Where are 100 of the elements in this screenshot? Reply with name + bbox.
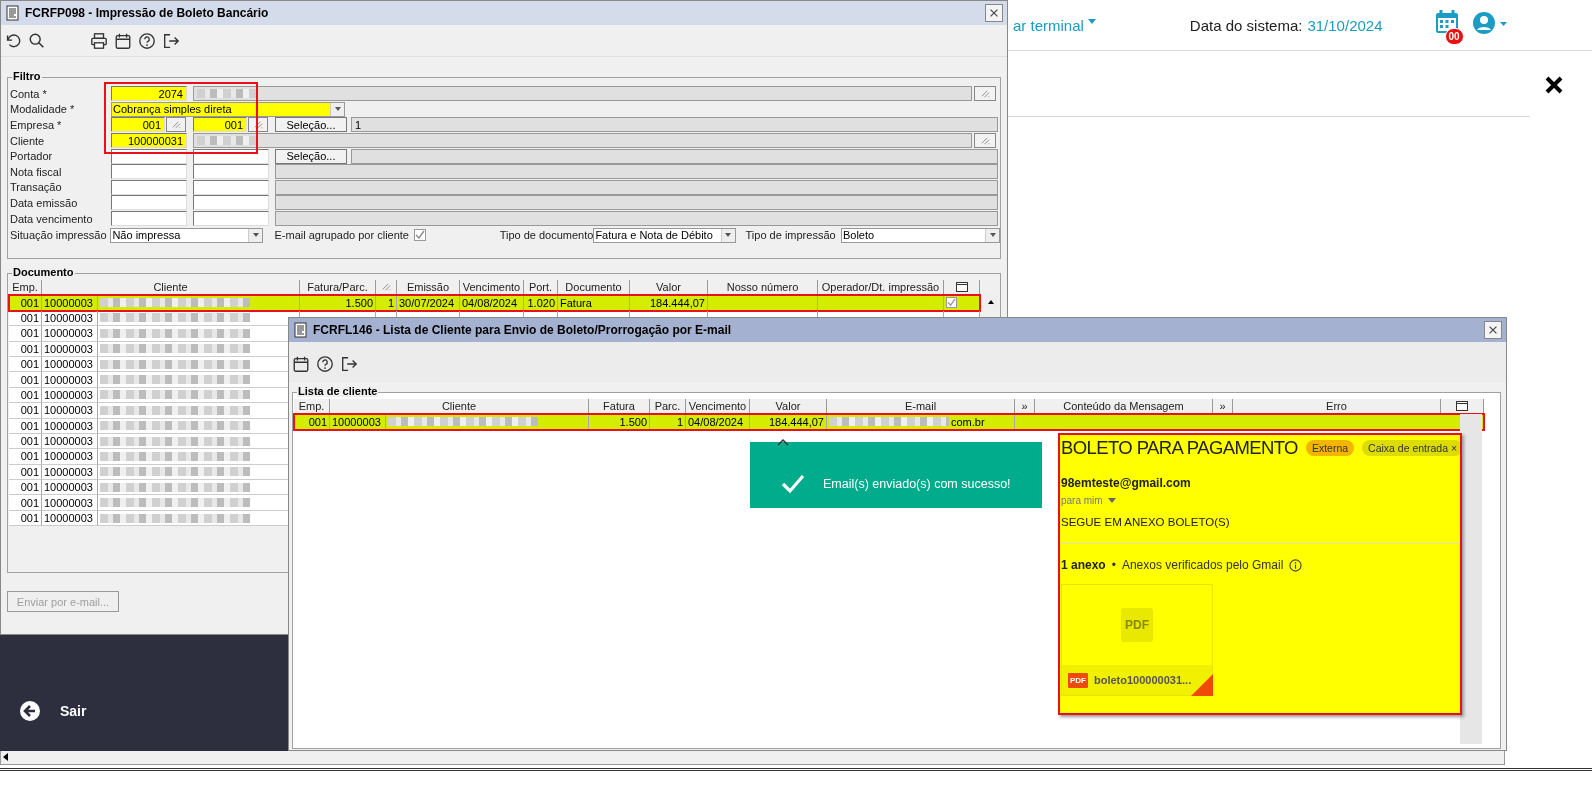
group-title: Lista de cliente <box>297 385 379 397</box>
help-icon <box>138 31 156 50</box>
table-cell: 001 <box>9 495 42 511</box>
table-cell: 001 <box>9 310 42 327</box>
input-field[interactable] <box>275 164 998 180</box>
pdf-icon: PDF <box>1068 672 1088 688</box>
print-button[interactable] <box>89 31 109 50</box>
exit-icon <box>162 31 180 50</box>
input-field[interactable]: 2074 <box>111 86 187 102</box>
input-field[interactable]: 001 <box>193 117 247 133</box>
input-field[interactable] <box>193 211 269 227</box>
checkbox[interactable] <box>413 229 426 242</box>
input-field[interactable]: 001 <box>111 117 165 133</box>
close-button[interactable] <box>985 4 1003 22</box>
dropdown[interactable]: Fatura e Nota de Débito <box>593 227 736 243</box>
lookup-button[interactable] <box>974 86 996 102</box>
calendar-icon <box>114 31 132 50</box>
input-field[interactable] <box>193 86 972 102</box>
attachment-note: Anexos verificados pelo Gmail <box>1121 558 1284 572</box>
field-label: Tipo de impressão <box>745 229 837 242</box>
table-cell: 1.500 <box>589 414 650 430</box>
user-avatar-icon[interactable] <box>1471 11 1508 35</box>
label-chip[interactable]: Externa <box>1305 440 1355 456</box>
close-button[interactable] <box>1484 321 1502 339</box>
field-label: Transação <box>9 181 63 194</box>
redacted-text <box>197 89 257 99</box>
table-cell: 001 <box>9 326 42 342</box>
dropdown[interactable]: Boleto <box>840 227 1000 243</box>
table-cell: 184.444,07 <box>750 414 827 430</box>
close-icon[interactable] <box>1544 75 1564 95</box>
help-button[interactable] <box>315 355 335 373</box>
input-field[interactable] <box>351 148 998 164</box>
caret-icon[interactable] <box>1107 498 1116 503</box>
input-field[interactable] <box>193 195 269 211</box>
search-button[interactable] <box>27 31 47 50</box>
input-field[interactable] <box>275 179 998 195</box>
attachment-card[interactable]: PDF PDF boleto100000031... <box>1061 584 1213 696</box>
table-cell: 001 <box>9 356 42 373</box>
input-field[interactable]: 100000031 <box>111 133 187 149</box>
input-field[interactable] <box>111 179 187 195</box>
calendar-icon <box>292 355 310 373</box>
recipient-dropdown[interactable]: para mim <box>1061 495 1103 506</box>
table-cell: 10000003 <box>42 326 98 342</box>
dropdown[interactable]: Cobrança simples direta <box>111 101 345 117</box>
checkbox-icon <box>955 282 968 292</box>
scrollbar[interactable] <box>1460 414 1482 744</box>
selection-button[interactable]: Seleção... <box>275 148 347 164</box>
table-cell: 10000003 <box>42 372 98 388</box>
lookup-button[interactable] <box>166 117 186 133</box>
input-field[interactable]: 1 <box>351 117 998 133</box>
redacted-text <box>197 136 257 146</box>
input-field[interactable] <box>111 164 187 180</box>
input-field[interactable] <box>193 133 972 149</box>
input-field[interactable] <box>111 195 187 211</box>
email-body: SEGUE EM ANEXO BOLETO(S) <box>1061 516 1231 528</box>
exit-icon <box>340 355 358 373</box>
lookup-button[interactable] <box>974 133 996 149</box>
input-field[interactable] <box>275 195 998 211</box>
table-cell: 10000003 <box>42 510 98 527</box>
document-icon <box>5 5 20 21</box>
field-label: Modalidade * <box>9 103 76 116</box>
label-chip[interactable]: Caixa de entrada × <box>1362 440 1460 456</box>
table-cell: 1.500 <box>300 295 376 311</box>
field-label: Data vencimento <box>9 212 94 225</box>
refresh-icon <box>4 31 22 50</box>
field-label: E-mail agrupado por cliente <box>274 229 410 242</box>
chevron-up-icon[interactable] <box>777 438 789 446</box>
field-label: Data emissão <box>9 196 79 209</box>
exit-button[interactable]: Sair <box>20 701 87 721</box>
document-icon <box>293 322 308 338</box>
email-subject: BOLETO PARA PAGAMENTO <box>1061 437 1298 459</box>
table-cell: 001 <box>9 418 42 434</box>
table-cell: com.br <box>951 415 985 428</box>
selection-button[interactable]: Seleção... <box>275 117 347 133</box>
input-field[interactable] <box>193 164 269 180</box>
group-title: Filtro <box>12 70 42 82</box>
input-field[interactable] <box>111 211 187 227</box>
table-cell: 1.020 <box>524 295 558 311</box>
checkbox[interactable] <box>946 297 957 309</box>
info-icon[interactable] <box>1289 558 1303 572</box>
exit-button[interactable] <box>161 31 181 50</box>
calendar-button[interactable] <box>291 355 311 373</box>
table-cell: 10000003 <box>42 418 98 434</box>
field-label: Tipo de documento <box>499 229 594 242</box>
dropdown[interactable]: Não impressa <box>110 227 264 243</box>
help-button[interactable] <box>137 31 157 50</box>
table-row[interactable]: 001 10000003 1.500 1 04/08/2024 184.444,07 com.br <box>294 414 1484 430</box>
calendar-icon[interactable] <box>1434 10 1459 34</box>
table-cell: 001 <box>9 295 42 311</box>
exit-button[interactable] <box>339 355 359 373</box>
scroll-left-icon[interactable] <box>2 752 10 762</box>
table-cell: 10000003 <box>42 341 98 357</box>
calendar-button[interactable] <box>113 31 133 50</box>
help-icon <box>316 355 334 373</box>
file-name: boleto100000031... <box>1094 674 1192 686</box>
input-field[interactable] <box>193 179 269 195</box>
input-field[interactable] <box>275 211 998 227</box>
table-cell: 10000003 <box>42 356 98 373</box>
checkbox-icon <box>1456 401 1468 411</box>
table-row[interactable]: 001 10000003 1.500 1 30/07/2024 04/08/2024 1.020 Fatura 184.444,07 <box>9 295 980 311</box>
